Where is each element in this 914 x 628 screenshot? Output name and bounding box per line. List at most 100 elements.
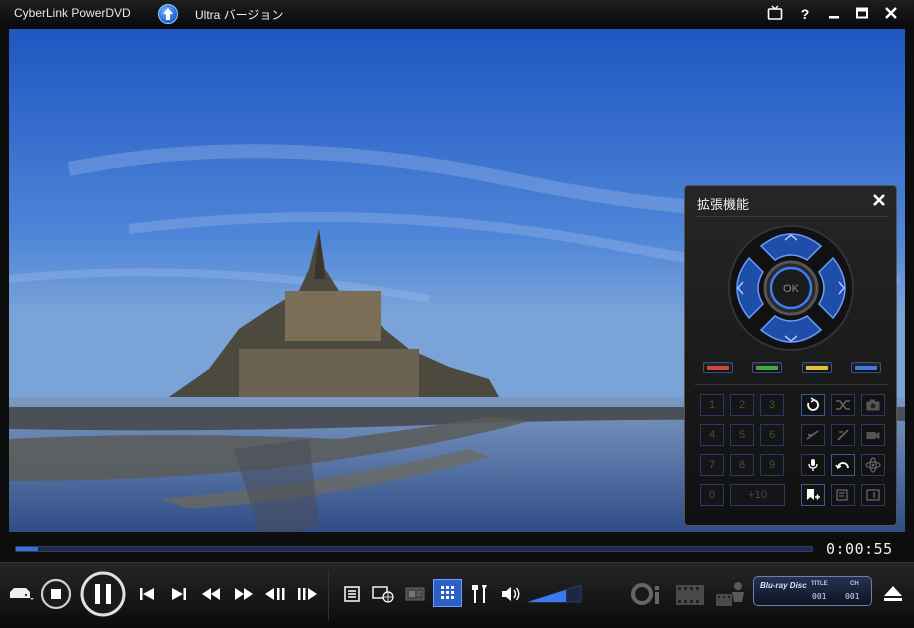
ok-button[interactable]: OK [763,260,819,316]
green-key-button[interactable] [752,362,782,373]
num-key-6[interactable]: 6 [760,424,784,446]
seek-bar[interactable] [15,546,813,552]
yellow-key-swatch [806,366,828,370]
display-mode-button[interactable] [404,585,426,603]
film-strip-icon [676,585,704,605]
movie-info-icon [631,583,659,605]
fast-forward-button[interactable] [233,586,255,602]
movie-info-button[interactable] [630,582,664,606]
info-display-icon [866,489,880,501]
speaker-icon [502,587,520,601]
disc-info-panel[interactable]: Blu-ray Disc TITLE 001 CH 001 [753,576,872,606]
drive-icon [10,588,34,600]
chapter-number: 001 [845,592,860,601]
panel-title: 拡張機能 [697,197,750,212]
step-backward-button[interactable] [263,586,287,602]
help-icon[interactable]: ? [796,5,814,23]
camera-icon [866,399,880,411]
blue-key-swatch [855,366,877,370]
red-key-button[interactable] [703,362,733,373]
menu-list-icon [344,586,360,602]
mute-button[interactable] [500,585,522,603]
effects-button[interactable] [861,454,885,476]
shuffle-icon [836,400,850,410]
skip-previous-icon [140,588,154,600]
extended-functions-panel: 拡張機能 OK 1 2 3 4 5 6 7 8 9 0 +10 [684,185,897,526]
eject-button[interactable] [882,584,904,604]
chapter-label: CH [850,581,859,587]
frame-forward-icon [298,588,317,600]
panel-divider [695,216,888,217]
atom-icon [865,457,881,473]
chapter-view-button[interactable] [831,484,855,506]
subtitle-off-icon [837,429,849,441]
blue-key-button[interactable] [851,362,881,373]
globe-screen-icon [372,586,394,603]
skip-next-icon [172,588,186,600]
disc-source-button[interactable] [8,583,34,603]
num-key-7[interactable]: 7 [700,454,724,476]
pause-icon [80,571,126,617]
title-number: 001 [812,592,827,601]
tv-mode-icon[interactable] [766,5,784,23]
title-label: TITLE [811,581,828,587]
snapshot-button[interactable] [861,394,885,416]
num-key-5[interactable]: 5 [730,424,754,446]
num-key-0[interactable]: 0 [700,484,724,506]
pause-button[interactable] [80,571,126,617]
movie-remix-button[interactable] [674,582,708,608]
settings-button[interactable] [470,583,490,605]
ok-label: OK [783,283,800,295]
panel-divider [695,384,888,385]
num-key-9[interactable]: 9 [760,454,784,476]
keypad-grid-icon [441,586,454,599]
control-divider [328,570,329,620]
yellow-key-button[interactable] [802,362,832,373]
num-key-2[interactable]: 2 [730,394,754,416]
upgrade-arrow-icon[interactable] [158,4,178,24]
bookmark-add-button[interactable] [801,484,825,506]
subtitle-off-button[interactable] [831,424,855,446]
repeat-button[interactable] [801,394,825,416]
title-bar: CyberLink PowerDVD Ultra バージョン ? [0,0,914,28]
video-camera-icon [866,432,880,439]
karaoke-button[interactable] [801,454,825,476]
stop-button[interactable] [40,578,72,610]
shuffle-button[interactable] [831,394,855,416]
menu-button[interactable] [343,585,361,603]
display-info-button[interactable] [861,484,885,506]
volume-slider[interactable] [527,583,582,603]
plus-ten-key[interactable]: +10 [730,484,785,506]
audio-off-button[interactable] [801,424,825,446]
online-services-button[interactable] [372,585,394,603]
tools-icon [472,585,487,603]
elapsed-time: 0:00:55 [826,540,893,558]
rewind-icon [202,588,220,600]
repeat-icon [807,397,819,411]
return-button[interactable] [831,454,855,476]
microphone-icon [808,459,818,471]
chapter-view-icon [836,489,848,501]
angle-button[interactable] [861,424,885,446]
rewind-button[interactable] [200,586,222,602]
extended-functions-button[interactable] [433,579,462,607]
close-icon[interactable] [882,5,900,23]
num-key-4[interactable]: 4 [700,424,724,446]
panel-close-icon[interactable] [870,192,888,210]
moovie-live-button[interactable] [714,580,748,608]
num-key-8[interactable]: 8 [730,454,754,476]
step-forward-button[interactable] [296,586,320,602]
next-button[interactable] [170,586,188,602]
upgrade-ultra-label[interactable]: Ultra バージョン [195,6,283,23]
previous-button[interactable] [138,586,156,602]
minimize-icon[interactable] [825,5,843,23]
frame-back-icon [265,588,285,600]
display-mode-icon [405,587,425,601]
num-key-1[interactable]: 1 [700,394,724,416]
return-icon [835,462,849,470]
blu-ray-logo: Blu-ray Disc [760,581,807,590]
red-key-swatch [707,366,729,370]
num-key-3[interactable]: 3 [760,394,784,416]
maximize-icon[interactable] [853,5,871,23]
navigation-pad: OK [728,225,854,351]
